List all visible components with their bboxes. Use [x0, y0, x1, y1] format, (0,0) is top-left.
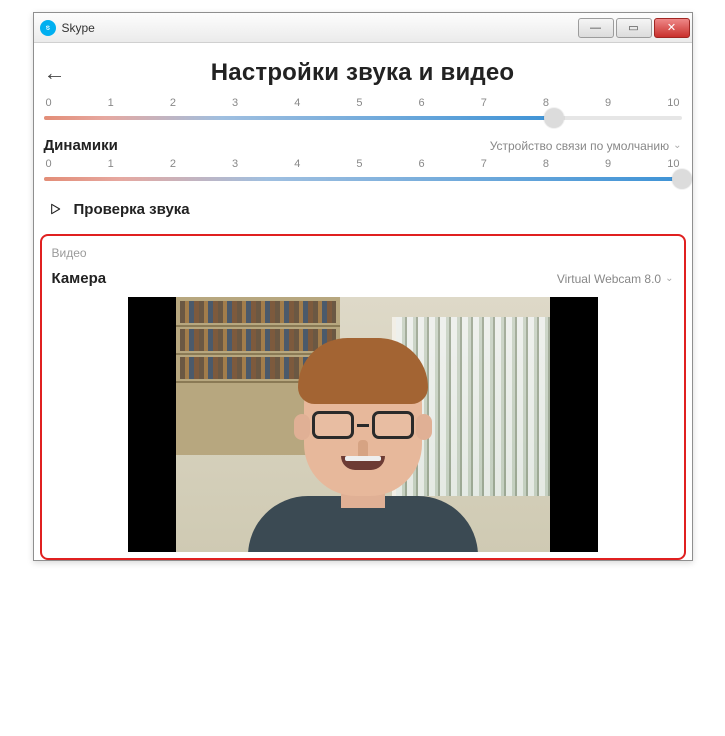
slider-ticks: 0 1 2 3 4 5 6 7 8 9 10 — [44, 97, 682, 109]
window-controls: — ▭ ✕ — [576, 18, 692, 38]
page-title: Настройки звука и видео — [72, 59, 654, 87]
slider-thumb[interactable] — [672, 169, 692, 189]
video-section: Видео Камера Virtual Webcam 8.0 ⌄ — [40, 234, 686, 560]
minimize-button[interactable]: — — [578, 18, 614, 38]
slider-thumb[interactable] — [544, 108, 564, 128]
sound-test-button[interactable]: Проверка звука — [46, 200, 682, 218]
app-window: Skype — ▭ ✕ ← Настройки звука и видео 0 … — [33, 12, 693, 561]
back-arrow-icon[interactable]: ← — [44, 60, 72, 86]
chevron-down-icon: ⌄ — [673, 140, 681, 151]
sound-test-label: Проверка звука — [74, 201, 190, 218]
camera-device-dropdown[interactable]: Virtual Webcam 8.0 ⌄ — [557, 272, 674, 286]
speakers-row: Динамики Устройство связи по умолчанию ⌄ — [44, 137, 682, 154]
slider-ticks: 0 1 2 3 4 5 6 7 8 9 10 — [44, 158, 682, 170]
play-icon — [46, 200, 64, 218]
window-title: Skype — [62, 21, 95, 35]
titlebar: Skype — ▭ ✕ — [34, 13, 692, 43]
speakers-slider: 0 1 2 3 4 5 6 7 8 9 10 — [44, 158, 682, 186]
slider-track[interactable] — [44, 172, 682, 186]
camera-preview — [128, 297, 598, 552]
chevron-down-icon: ⌄ — [665, 273, 673, 284]
video-caption: Видео — [52, 246, 674, 260]
maximize-button[interactable]: ▭ — [616, 18, 652, 38]
speakers-label: Динамики — [44, 137, 118, 154]
mic-slider: 0 1 2 3 4 5 6 7 8 9 10 — [44, 97, 682, 125]
speakers-device-dropdown[interactable]: Устройство связи по умолчанию ⌄ — [490, 139, 682, 153]
camera-label: Камера — [52, 270, 107, 287]
skype-icon — [40, 20, 56, 36]
slider-track[interactable] — [44, 111, 682, 125]
content-area: ← Настройки звука и видео 0 1 2 3 4 5 6 … — [34, 43, 692, 560]
close-button[interactable]: ✕ — [654, 18, 690, 38]
